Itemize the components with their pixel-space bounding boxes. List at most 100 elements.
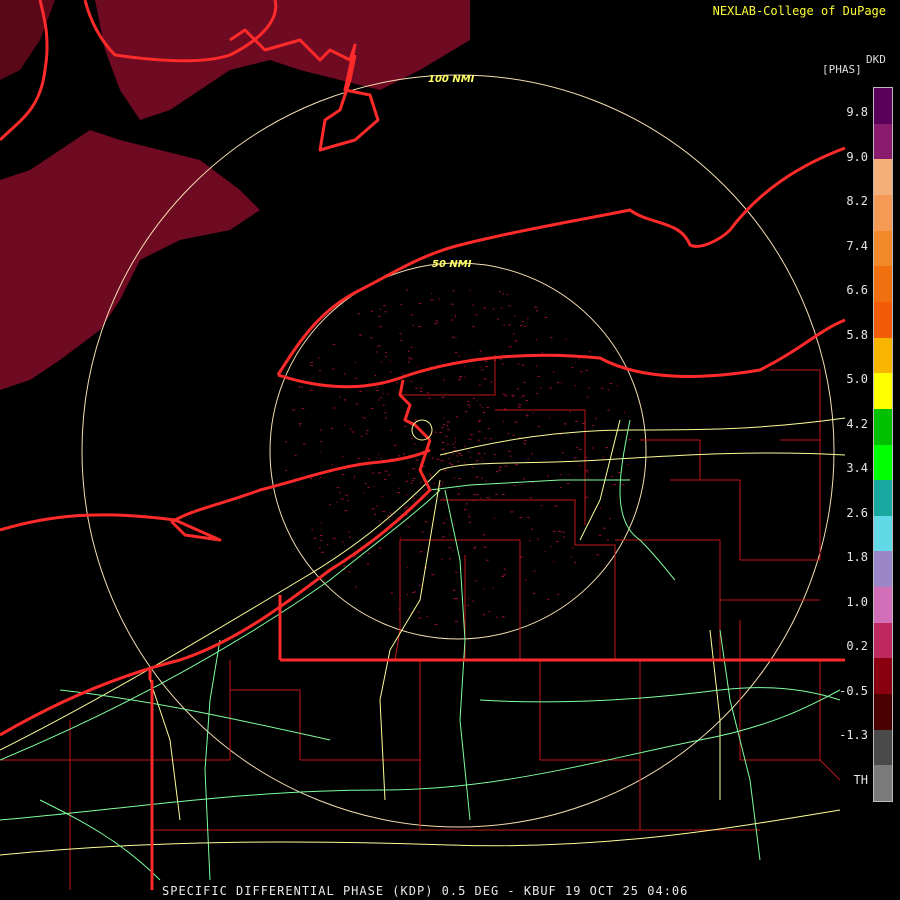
legend-tick-label: 1.8 bbox=[846, 550, 868, 564]
clutter-dot bbox=[507, 433, 510, 434]
clutter-dot bbox=[475, 314, 478, 316]
clutter-dot bbox=[521, 484, 523, 486]
clutter-dot bbox=[481, 369, 484, 371]
clutter-dot bbox=[402, 373, 404, 375]
clutter-dot bbox=[413, 421, 415, 423]
clutter-dot bbox=[454, 441, 457, 443]
clutter-dot bbox=[477, 439, 480, 441]
clutter-dot bbox=[351, 431, 354, 433]
color-scale-segment bbox=[874, 515, 892, 552]
clutter-dot bbox=[387, 515, 389, 517]
clutter-dot bbox=[575, 420, 578, 422]
clutter-dot bbox=[458, 355, 461, 357]
clutter-dot bbox=[472, 600, 475, 602]
clutter-dot bbox=[476, 399, 478, 401]
clutter-dot bbox=[503, 324, 505, 326]
clutter-dot bbox=[609, 518, 611, 520]
clutter-dot bbox=[471, 466, 474, 468]
clutter-dot bbox=[623, 412, 625, 414]
clutter-dot bbox=[522, 478, 526, 480]
clutter-dot bbox=[436, 458, 440, 460]
clutter-dot bbox=[320, 535, 323, 536]
clutter-dot bbox=[485, 366, 489, 368]
clutter-dot bbox=[310, 362, 314, 363]
clutter-dot bbox=[452, 589, 456, 591]
clutter-dot bbox=[342, 541, 344, 543]
color-scale-segment bbox=[874, 159, 892, 196]
clutter-dot bbox=[459, 375, 463, 377]
clutter-dot bbox=[440, 460, 444, 462]
clutter-dot bbox=[424, 521, 428, 523]
clutter-dot bbox=[399, 333, 402, 334]
clutter-dot bbox=[411, 437, 413, 439]
ring-label-50: 50 NMI bbox=[432, 259, 472, 270]
legend-tick-label: 4.2 bbox=[846, 416, 868, 431]
clutter-dot bbox=[376, 505, 378, 507]
clutter-dot bbox=[575, 447, 579, 449]
legend-tick-label: 0.2 bbox=[846, 639, 868, 653]
clutter-dot bbox=[375, 351, 378, 353]
clutter-dot bbox=[348, 571, 351, 573]
clutter-dot bbox=[445, 435, 448, 437]
clutter-dot bbox=[539, 387, 542, 389]
clutter-dot bbox=[467, 400, 470, 402]
clutter-dot bbox=[484, 360, 488, 362]
clutter-dot bbox=[403, 507, 407, 509]
clutter-dot bbox=[476, 493, 479, 495]
clutter-dot bbox=[535, 310, 539, 312]
clutter-dot bbox=[504, 395, 508, 397]
clutter-dot bbox=[443, 522, 446, 524]
clutter-dot bbox=[450, 463, 454, 465]
clutter-dot bbox=[563, 423, 567, 425]
clutter-dot bbox=[397, 492, 400, 493]
clutter-dot bbox=[430, 475, 432, 477]
clutter-dot bbox=[482, 534, 486, 536]
clutter-dot bbox=[458, 478, 461, 480]
clutter-dot bbox=[541, 351, 543, 353]
clutter-dot bbox=[477, 452, 481, 454]
clutter-dot bbox=[515, 340, 518, 342]
clutter-dot bbox=[488, 497, 491, 499]
clutter-dot bbox=[525, 400, 528, 401]
clutter-dot bbox=[412, 592, 415, 594]
clutter-dot bbox=[348, 536, 351, 538]
clutter-dot bbox=[429, 473, 431, 475]
clutter-dot bbox=[503, 574, 506, 576]
clutter-dot bbox=[463, 462, 465, 464]
clutter-dot bbox=[472, 304, 475, 306]
clutter-dot bbox=[480, 497, 482, 499]
clutter-dot bbox=[479, 350, 482, 352]
clutter-dot bbox=[426, 392, 430, 394]
clutter-dot bbox=[495, 616, 498, 618]
clutter-dot bbox=[609, 383, 613, 384]
clutter-dot bbox=[400, 339, 403, 341]
clutter-dot bbox=[353, 475, 356, 477]
clutter-dot bbox=[501, 575, 505, 577]
clutter-dot bbox=[628, 439, 632, 441]
clutter-dot bbox=[508, 346, 512, 348]
clutter-dot bbox=[452, 549, 454, 551]
clutter-dot bbox=[372, 472, 375, 474]
clutter-dot bbox=[469, 289, 471, 291]
legend-tick-label: 8.2 bbox=[846, 194, 868, 208]
clutter-dot bbox=[398, 608, 400, 610]
clutter-dot bbox=[405, 480, 409, 482]
clutter-dot bbox=[452, 453, 454, 455]
clutter-dot bbox=[502, 293, 504, 295]
clutter-dot bbox=[599, 507, 601, 509]
clutter-dot bbox=[538, 426, 540, 428]
clutter-dot bbox=[603, 527, 606, 529]
clutter-dot bbox=[499, 291, 501, 292]
clutter-dot bbox=[550, 546, 552, 548]
clutter-dot bbox=[458, 453, 462, 455]
clutter-dot bbox=[529, 540, 531, 542]
clutter-dot bbox=[410, 358, 413, 360]
legend-tick-label: 2.6 bbox=[846, 505, 868, 520]
clutter-dot bbox=[395, 382, 398, 384]
clutter-dot bbox=[611, 476, 614, 478]
clutter-dot bbox=[475, 580, 478, 582]
clutter-dot bbox=[519, 324, 523, 326]
clutter-dot bbox=[357, 457, 360, 459]
legend-tick-label: -0.5 bbox=[839, 683, 868, 698]
clutter-dot bbox=[482, 460, 484, 462]
